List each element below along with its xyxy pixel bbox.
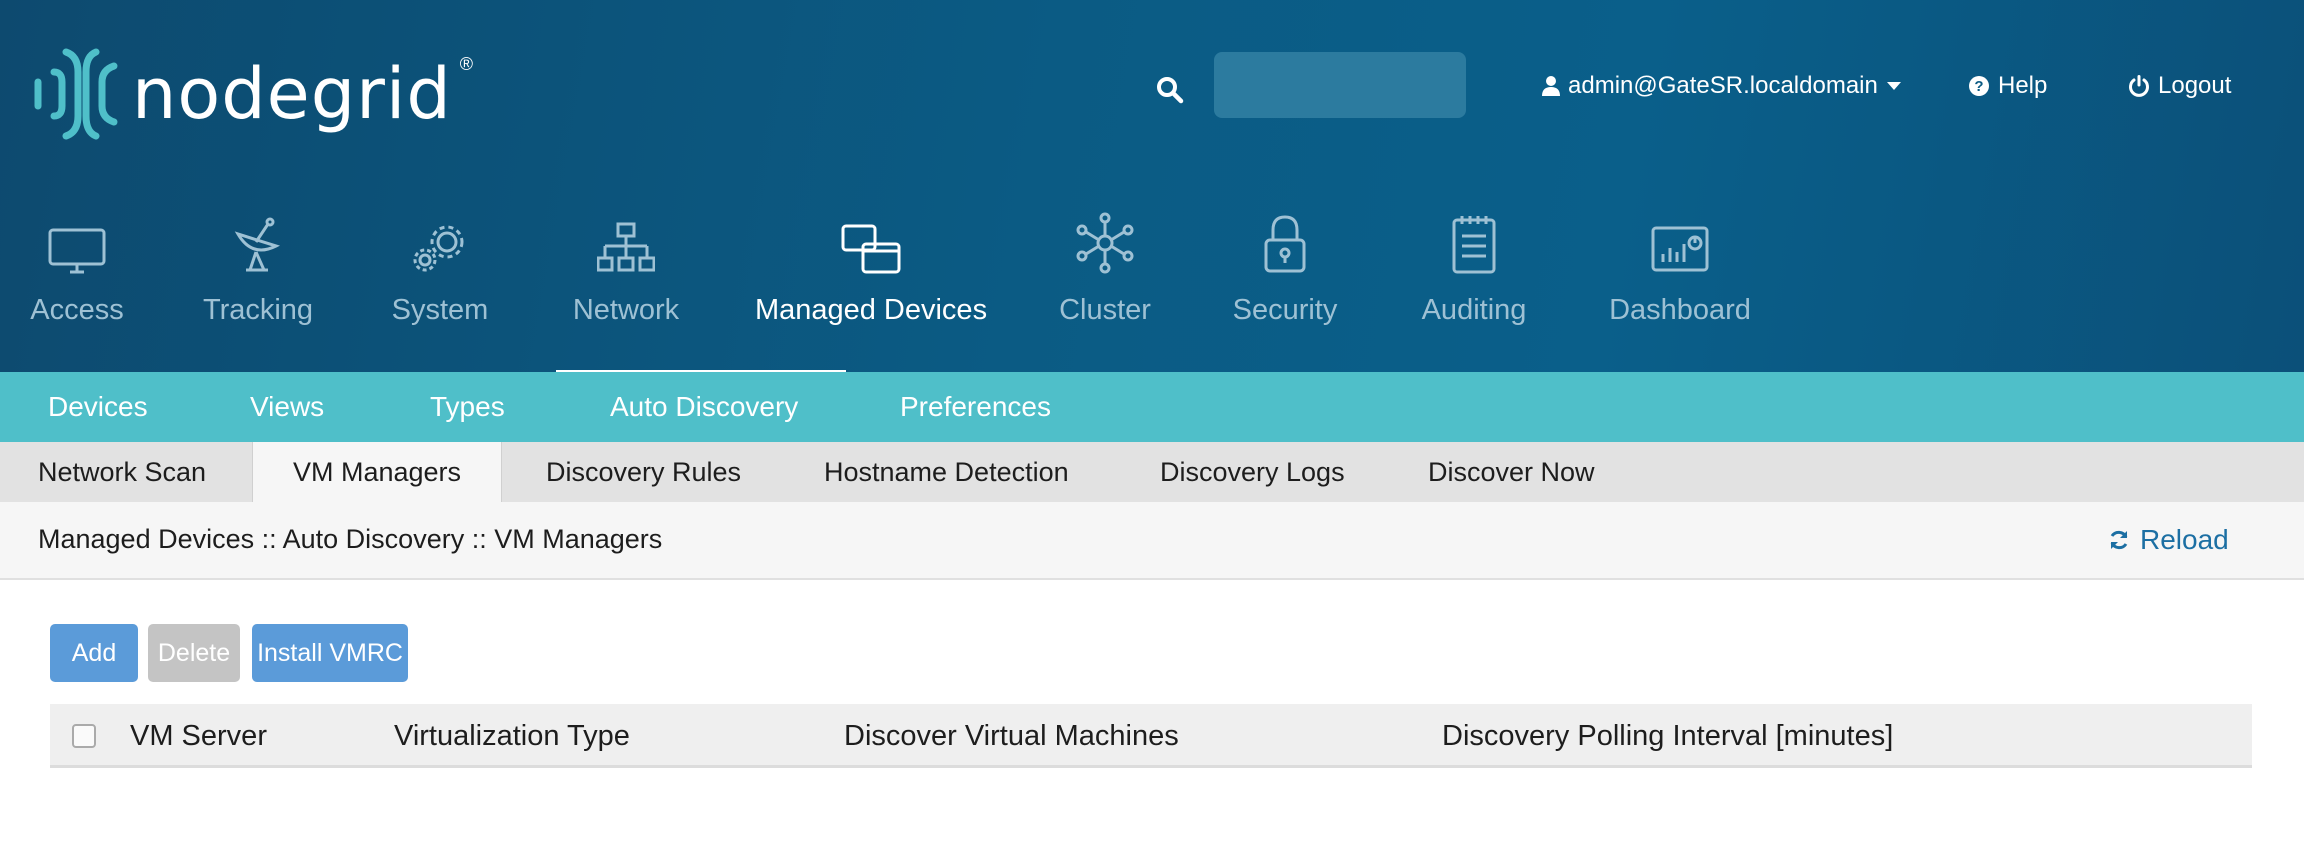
nodegrid-logo[interactable]: nodegrid ® — [32, 42, 473, 146]
nav-cluster-label: Cluster — [1059, 294, 1151, 326]
tab-network-scan[interactable]: Network Scan — [38, 442, 206, 502]
nav-network[interactable]: Network — [564, 214, 688, 372]
reload-button[interactable]: Reload — [2108, 524, 2229, 556]
reload-label: Reload — [2140, 524, 2229, 555]
subnav-types[interactable]: Types — [430, 372, 505, 442]
monitor-icon — [48, 228, 106, 274]
tab-discover-now[interactable]: Discover Now — [1428, 442, 1595, 502]
main-nav: Access Tracking System Network Managed D… — [0, 212, 2304, 372]
search-input[interactable] — [1214, 52, 1466, 118]
nav-auditing-label: Auditing — [1421, 294, 1527, 326]
nav-managed-devices[interactable]: Managed Devices — [754, 214, 988, 372]
tab-discovery-rules[interactable]: Discovery Rules — [546, 442, 741, 502]
notepad-icon — [1452, 216, 1496, 274]
logout-link[interactable]: Logout — [2128, 72, 2231, 100]
nav-managed-devices-label: Managed Devices — [754, 294, 988, 326]
dashboard-icon — [1651, 226, 1709, 272]
help-label: Help — [1998, 72, 2048, 99]
nav-security[interactable]: Security — [1230, 214, 1340, 372]
nav-tracking[interactable]: Tracking — [198, 214, 318, 372]
install-vmrc-button[interactable]: Install VMRC — [252, 624, 408, 682]
nav-access[interactable]: Access — [22, 214, 132, 372]
table-header: VM Server Virtualization Type Discover V… — [50, 704, 2252, 768]
help-icon: ? — [1969, 76, 1989, 96]
lock-icon — [1264, 215, 1306, 273]
user-menu[interactable]: admin@GateSR.localdomain — [1542, 72, 1902, 100]
sub-nav: Devices Views Types Auto Discovery Prefe… — [0, 372, 2304, 442]
select-all-checkbox[interactable] — [72, 724, 96, 748]
nav-dashboard[interactable]: Dashboard — [1609, 214, 1751, 372]
registered-mark: ® — [459, 53, 474, 74]
nav-auditing[interactable]: Auditing — [1418, 214, 1530, 372]
subnav-preferences[interactable]: Preferences — [900, 372, 1051, 442]
logout-label: Logout — [2158, 72, 2232, 99]
column-discovery-polling-interval[interactable]: Discovery Polling Interval [minutes] — [1442, 704, 1893, 768]
nav-dashboard-label: Dashboard — [1609, 294, 1751, 326]
satellite-dish-icon — [234, 217, 280, 272]
power-icon — [2129, 75, 2149, 97]
user-name: admin@GateSR.localdomain — [1568, 72, 1878, 99]
refresh-icon — [2110, 530, 2128, 550]
tab-vm-managers[interactable]: VM Managers — [252, 442, 502, 502]
breadcrumb-bar: Managed Devices :: Auto Discovery :: VM … — [0, 502, 2304, 580]
nav-tracking-label: Tracking — [202, 294, 314, 326]
tab-bar: Network Scan VM Managers Discovery Rules… — [0, 442, 2304, 502]
breadcrumb: Managed Devices :: Auto Discovery :: VM … — [38, 524, 663, 554]
user-icon — [1542, 76, 1560, 96]
app-header: nodegrid ® admin@GateSR.localdomain ? He… — [0, 0, 2304, 372]
tab-hostname-detection[interactable]: Hostname Detection — [824, 442, 1069, 502]
nav-network-label: Network — [572, 294, 680, 326]
gears-icon — [413, 225, 464, 272]
nav-system-label: System — [391, 294, 489, 326]
nav-security-label: Security — [1232, 294, 1338, 326]
column-virtualization-type[interactable]: Virtualization Type — [394, 704, 630, 768]
svg-text:?: ? — [1974, 78, 1983, 95]
subnav-devices[interactable]: Devices — [48, 372, 148, 442]
cluster-icon — [1076, 212, 1134, 274]
nodegrid-logo-icon — [34, 48, 118, 140]
tab-discovery-logs[interactable]: Discovery Logs — [1160, 442, 1345, 502]
subnav-views[interactable]: Views — [250, 372, 324, 442]
column-vm-server[interactable]: VM Server — [130, 704, 267, 768]
delete-button[interactable]: Delete — [148, 624, 240, 682]
windows-icon — [841, 224, 901, 274]
network-tree-icon — [597, 222, 655, 272]
search-icon[interactable] — [1156, 76, 1184, 104]
add-button[interactable]: Add — [50, 624, 138, 682]
nav-access-label: Access — [30, 294, 124, 326]
nav-system[interactable]: System — [382, 214, 498, 372]
help-link[interactable]: ? Help — [1968, 72, 2047, 100]
subnav-auto-discovery[interactable]: Auto Discovery — [610, 372, 798, 442]
nav-cluster[interactable]: Cluster — [1054, 212, 1156, 372]
caret-down-icon — [1886, 82, 1901, 90]
brand-name: nodegrid — [132, 53, 452, 135]
column-discover-virtual-machines[interactable]: Discover Virtual Machines — [844, 704, 1179, 768]
